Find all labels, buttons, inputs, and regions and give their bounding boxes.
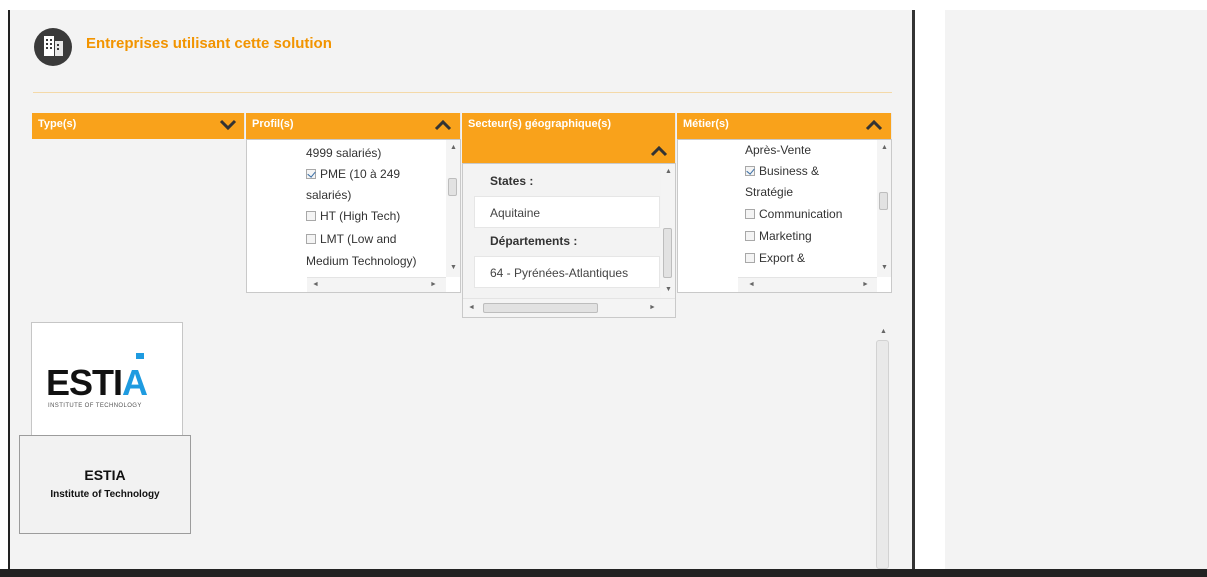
scrollbar-vertical[interactable]: ▲ ▼	[446, 140, 460, 277]
departements-label: Départements :	[490, 234, 578, 248]
page-frame: Entreprises utilisant cette solution Typ…	[0, 0, 1207, 577]
checkbox-checked-icon[interactable]	[745, 166, 755, 176]
scrollbar-horizontal[interactable]: ◄ ►	[463, 298, 675, 317]
top-edge	[0, 0, 1207, 10]
section-title: Entreprises utilisant cette solution	[86, 35, 332, 52]
departement-option[interactable]: 64 - Pyrénées-Atlantiques	[474, 256, 660, 288]
company-logo[interactable]: ESTIA INSTITUTE OF TECHNOLOGY	[31, 322, 183, 436]
list-item: 4999 salariés)	[306, 146, 382, 160]
filter-metier-header[interactable]: Métier(s)	[677, 113, 892, 139]
checkbox-icon[interactable]	[745, 209, 755, 219]
filter-metier-dropdown[interactable]: Après-Vente Business & Stratégie Communi…	[677, 139, 892, 293]
scrollbar-thumb[interactable]	[876, 340, 889, 569]
svg-text:ESTIA: ESTIA	[46, 362, 148, 403]
bottom-border	[0, 569, 1207, 577]
checkbox-icon[interactable]	[745, 253, 755, 263]
list-item[interactable]: Export &	[745, 251, 805, 265]
list-item[interactable]: Business &	[745, 164, 819, 178]
estia-logo-icon: ESTIA	[46, 353, 149, 403]
filter-secteur-label: Secteur(s) géographique(s)	[468, 118, 612, 130]
scrollbar-horizontal[interactable]: ◄ ►	[738, 277, 877, 292]
checkbox-icon[interactable]	[745, 231, 755, 241]
company-subtitle: Institute of Technology	[50, 489, 160, 500]
scrollbar-horizontal[interactable]: ◄ ►	[307, 277, 446, 292]
left-border	[8, 10, 10, 570]
filter-type-header[interactable]: Type(s)	[32, 113, 245, 139]
filter-profil-label: Profil(s)	[252, 118, 294, 130]
list-item: Après-Vente	[745, 143, 812, 157]
chevron-up-icon[interactable]	[865, 118, 883, 132]
filter-profil-dropdown[interactable]: 4999 salariés) PME (10 à 249 salariés) H…	[246, 139, 461, 293]
checkbox-icon[interactable]	[306, 234, 316, 244]
list-item: salariés)	[306, 188, 352, 202]
scrollbar-vertical[interactable]: ▲ ▼	[877, 140, 891, 277]
header-divider	[33, 92, 892, 93]
scrollbar-vertical[interactable]: ▲ ▼	[661, 164, 675, 298]
checkbox-icon[interactable]	[306, 211, 316, 221]
filter-metier-label: Métier(s)	[683, 118, 729, 130]
scrollbar-vertical[interactable]: ▲	[872, 322, 892, 569]
states-label: States :	[490, 174, 534, 188]
list-item[interactable]: LMT (Low and	[306, 232, 396, 246]
logo-tagline: INSTITUTE OF TECHNOLOGY	[48, 403, 142, 409]
list-item[interactable]: PME (10 à 249	[306, 167, 400, 181]
company-card[interactable]: ESTIA Institute of Technology	[19, 435, 191, 534]
list-item[interactable]: Communication	[745, 207, 842, 221]
chevron-down-icon[interactable]	[219, 118, 237, 132]
company-name: ESTIA	[84, 467, 126, 483]
list-item: Stratégie	[745, 185, 794, 199]
right-pane-content	[945, 10, 1207, 569]
list-item: Medium Technology)	[306, 254, 417, 268]
list-item[interactable]: Marketing	[745, 229, 812, 243]
checkbox-checked-icon[interactable]	[306, 169, 316, 179]
chevron-up-icon[interactable]	[650, 144, 668, 158]
buildings-icon	[34, 28, 72, 66]
chevron-up-icon[interactable]	[434, 118, 452, 132]
list-item[interactable]: HT (High Tech)	[306, 209, 400, 223]
filter-profil-header[interactable]: Profil(s)	[246, 113, 461, 139]
state-option[interactable]: Aquitaine	[474, 196, 660, 228]
filter-secteur-header[interactable]: Secteur(s) géographique(s)	[462, 113, 676, 163]
filter-secteur-dropdown[interactable]: States : Aquitaine Départements : 64 - P…	[462, 163, 676, 318]
filter-type-label: Type(s)	[38, 118, 77, 130]
